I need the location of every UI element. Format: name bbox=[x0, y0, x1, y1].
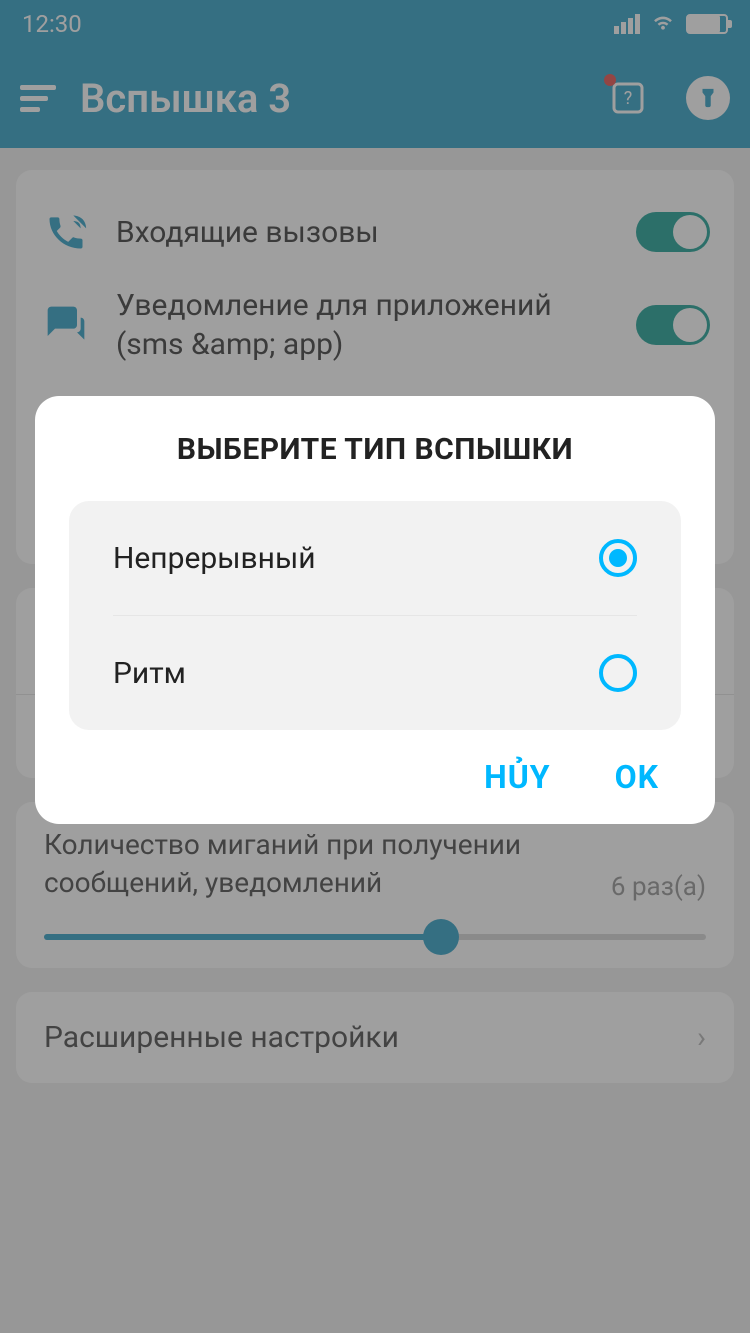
flash-type-dialog: ВЫБЕРИТЕ ТИП ВСПЫШКИ Непрерывный Ритм HỦ… bbox=[35, 396, 715, 824]
dialog-buttons: HỦY OK bbox=[69, 758, 681, 796]
cancel-button[interactable]: HỦY bbox=[484, 758, 551, 796]
option-continuous-label: Непрерывный bbox=[113, 541, 316, 576]
option-rhythm[interactable]: Ритм bbox=[113, 615, 637, 730]
dialog-title: ВЫБЕРИТЕ ТИП ВСПЫШКИ bbox=[69, 432, 681, 467]
option-rhythm-label: Ритм bbox=[113, 656, 186, 691]
radio-unselected-icon bbox=[599, 654, 637, 692]
radio-selected-icon bbox=[599, 539, 637, 577]
ok-button[interactable]: OK bbox=[615, 758, 659, 796]
modal-overlay[interactable]: ВЫБЕРИТЕ ТИП ВСПЫШКИ Непрерывный Ритм HỦ… bbox=[0, 0, 750, 1333]
options-group: Непрерывный Ритм bbox=[69, 501, 681, 730]
option-continuous[interactable]: Непрерывный bbox=[113, 501, 637, 615]
